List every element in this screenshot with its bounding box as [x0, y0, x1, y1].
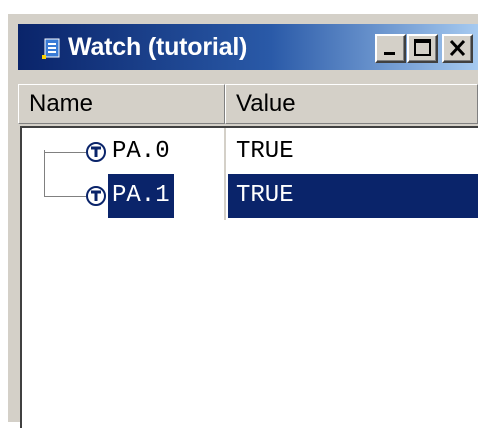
column-header: Name Value [18, 84, 478, 124]
column-header-name[interactable]: Name [18, 84, 225, 124]
variable-t-icon [86, 186, 106, 206]
watch-row[interactable]: PA.0 TRUE [22, 130, 478, 174]
column-header-value[interactable]: Value [225, 84, 478, 124]
maximize-icon [414, 39, 431, 56]
minimize-button[interactable] [375, 34, 406, 63]
watch-list[interactable]: PA.0 TRUE PA.1 TRUE [20, 126, 478, 428]
close-button[interactable] [442, 34, 473, 63]
close-icon [449, 39, 466, 57]
watch-row-selected[interactable]: PA.1 TRUE [22, 174, 478, 218]
maximize-button[interactable] [407, 34, 438, 63]
title-bar[interactable]: Watch (tutorial) [18, 24, 478, 70]
watch-window: Watch (tutorial) Name Value PA.0 TRUE PA… [8, 14, 478, 428]
variable-t-icon [86, 142, 106, 162]
watch-row-value[interactable]: TRUE [228, 174, 478, 218]
minimize-icon [384, 52, 395, 55]
watch-row-name[interactable]: PA.0 [108, 130, 174, 174]
watch-row-value[interactable]: TRUE [228, 130, 478, 174]
window-title: Watch (tutorial) [68, 33, 248, 61]
watch-row-name[interactable]: PA.1 [108, 174, 174, 218]
watch-window-icon [42, 38, 60, 59]
